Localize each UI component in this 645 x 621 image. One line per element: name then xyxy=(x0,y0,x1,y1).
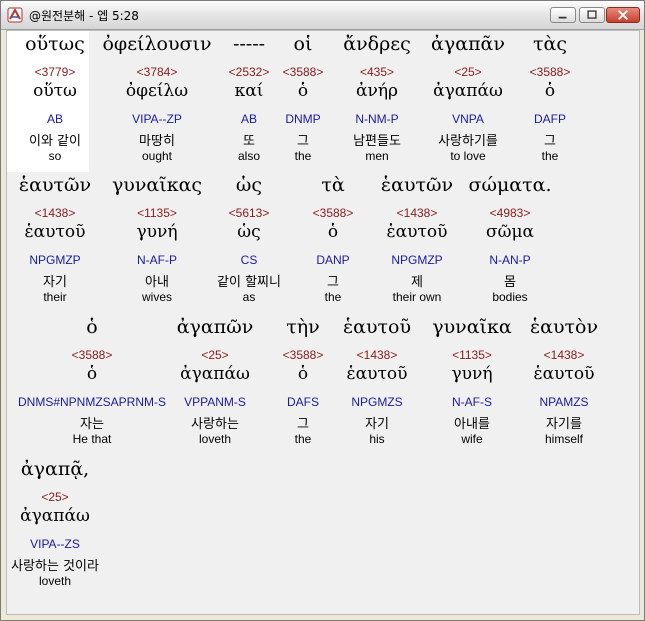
greek-word: ἀγαπᾷ, xyxy=(20,458,90,480)
analysis-panel: οὕτως <3779> οὕτω AB 이와 같이 so ὀφείλουσιν <3784>… xyxy=(6,30,640,615)
minimize-button[interactable] xyxy=(550,7,576,23)
analysis-window: @원전분해 - 엡 5:28 οὕτως <3779> οὕτω AB 이와 같이 so ὀ… xyxy=(0,0,645,621)
parsing-code: NPAMZS xyxy=(539,395,589,409)
strong-number: <3588> xyxy=(529,65,571,79)
lemma: ἀγαπάω xyxy=(20,506,90,526)
greek-word: σώματα. xyxy=(468,174,552,196)
title-bar[interactable]: @원전분해 - 엡 5:28 xyxy=(1,1,644,30)
lemma: ὁ xyxy=(544,81,556,101)
english-gloss: bodies xyxy=(492,290,528,304)
korean-gloss: 사랑하는 것이라 xyxy=(11,559,99,574)
strong-number: <25> xyxy=(41,490,69,504)
korean-gloss: 자기를 xyxy=(546,417,582,432)
lemma: σῶμα xyxy=(486,222,534,242)
window-title: @원전분해 - 엡 5:28 xyxy=(29,9,139,23)
close-icon xyxy=(617,9,629,21)
lemma: ὁ xyxy=(86,364,98,384)
greek-word: τὰς xyxy=(533,33,567,55)
english-gloss: the xyxy=(541,149,559,163)
korean-gloss: 그 xyxy=(544,134,556,149)
strong-number: <4983> xyxy=(489,206,531,220)
strong-number: <3588> xyxy=(71,348,113,362)
lemma: ἑαυτοῦ xyxy=(533,364,595,384)
english-gloss: loveth xyxy=(38,574,72,588)
parsing-code: VIPA--ZS xyxy=(30,537,80,551)
strong-number: <1438> xyxy=(543,348,585,362)
close-button[interactable] xyxy=(606,7,640,23)
parsing-code: N-AN-P xyxy=(489,253,531,267)
maximize-button[interactable] xyxy=(579,7,605,23)
minimize-icon xyxy=(558,16,567,19)
parsing-code: DAFP xyxy=(533,112,566,126)
greek-word: ἑαυτὸν xyxy=(529,316,599,338)
korean-gloss: 몸 xyxy=(504,275,516,290)
maximize-icon xyxy=(587,10,597,19)
greek-word: ὁ xyxy=(86,316,98,338)
english-gloss: himself xyxy=(544,432,583,446)
app-icon xyxy=(7,7,23,23)
